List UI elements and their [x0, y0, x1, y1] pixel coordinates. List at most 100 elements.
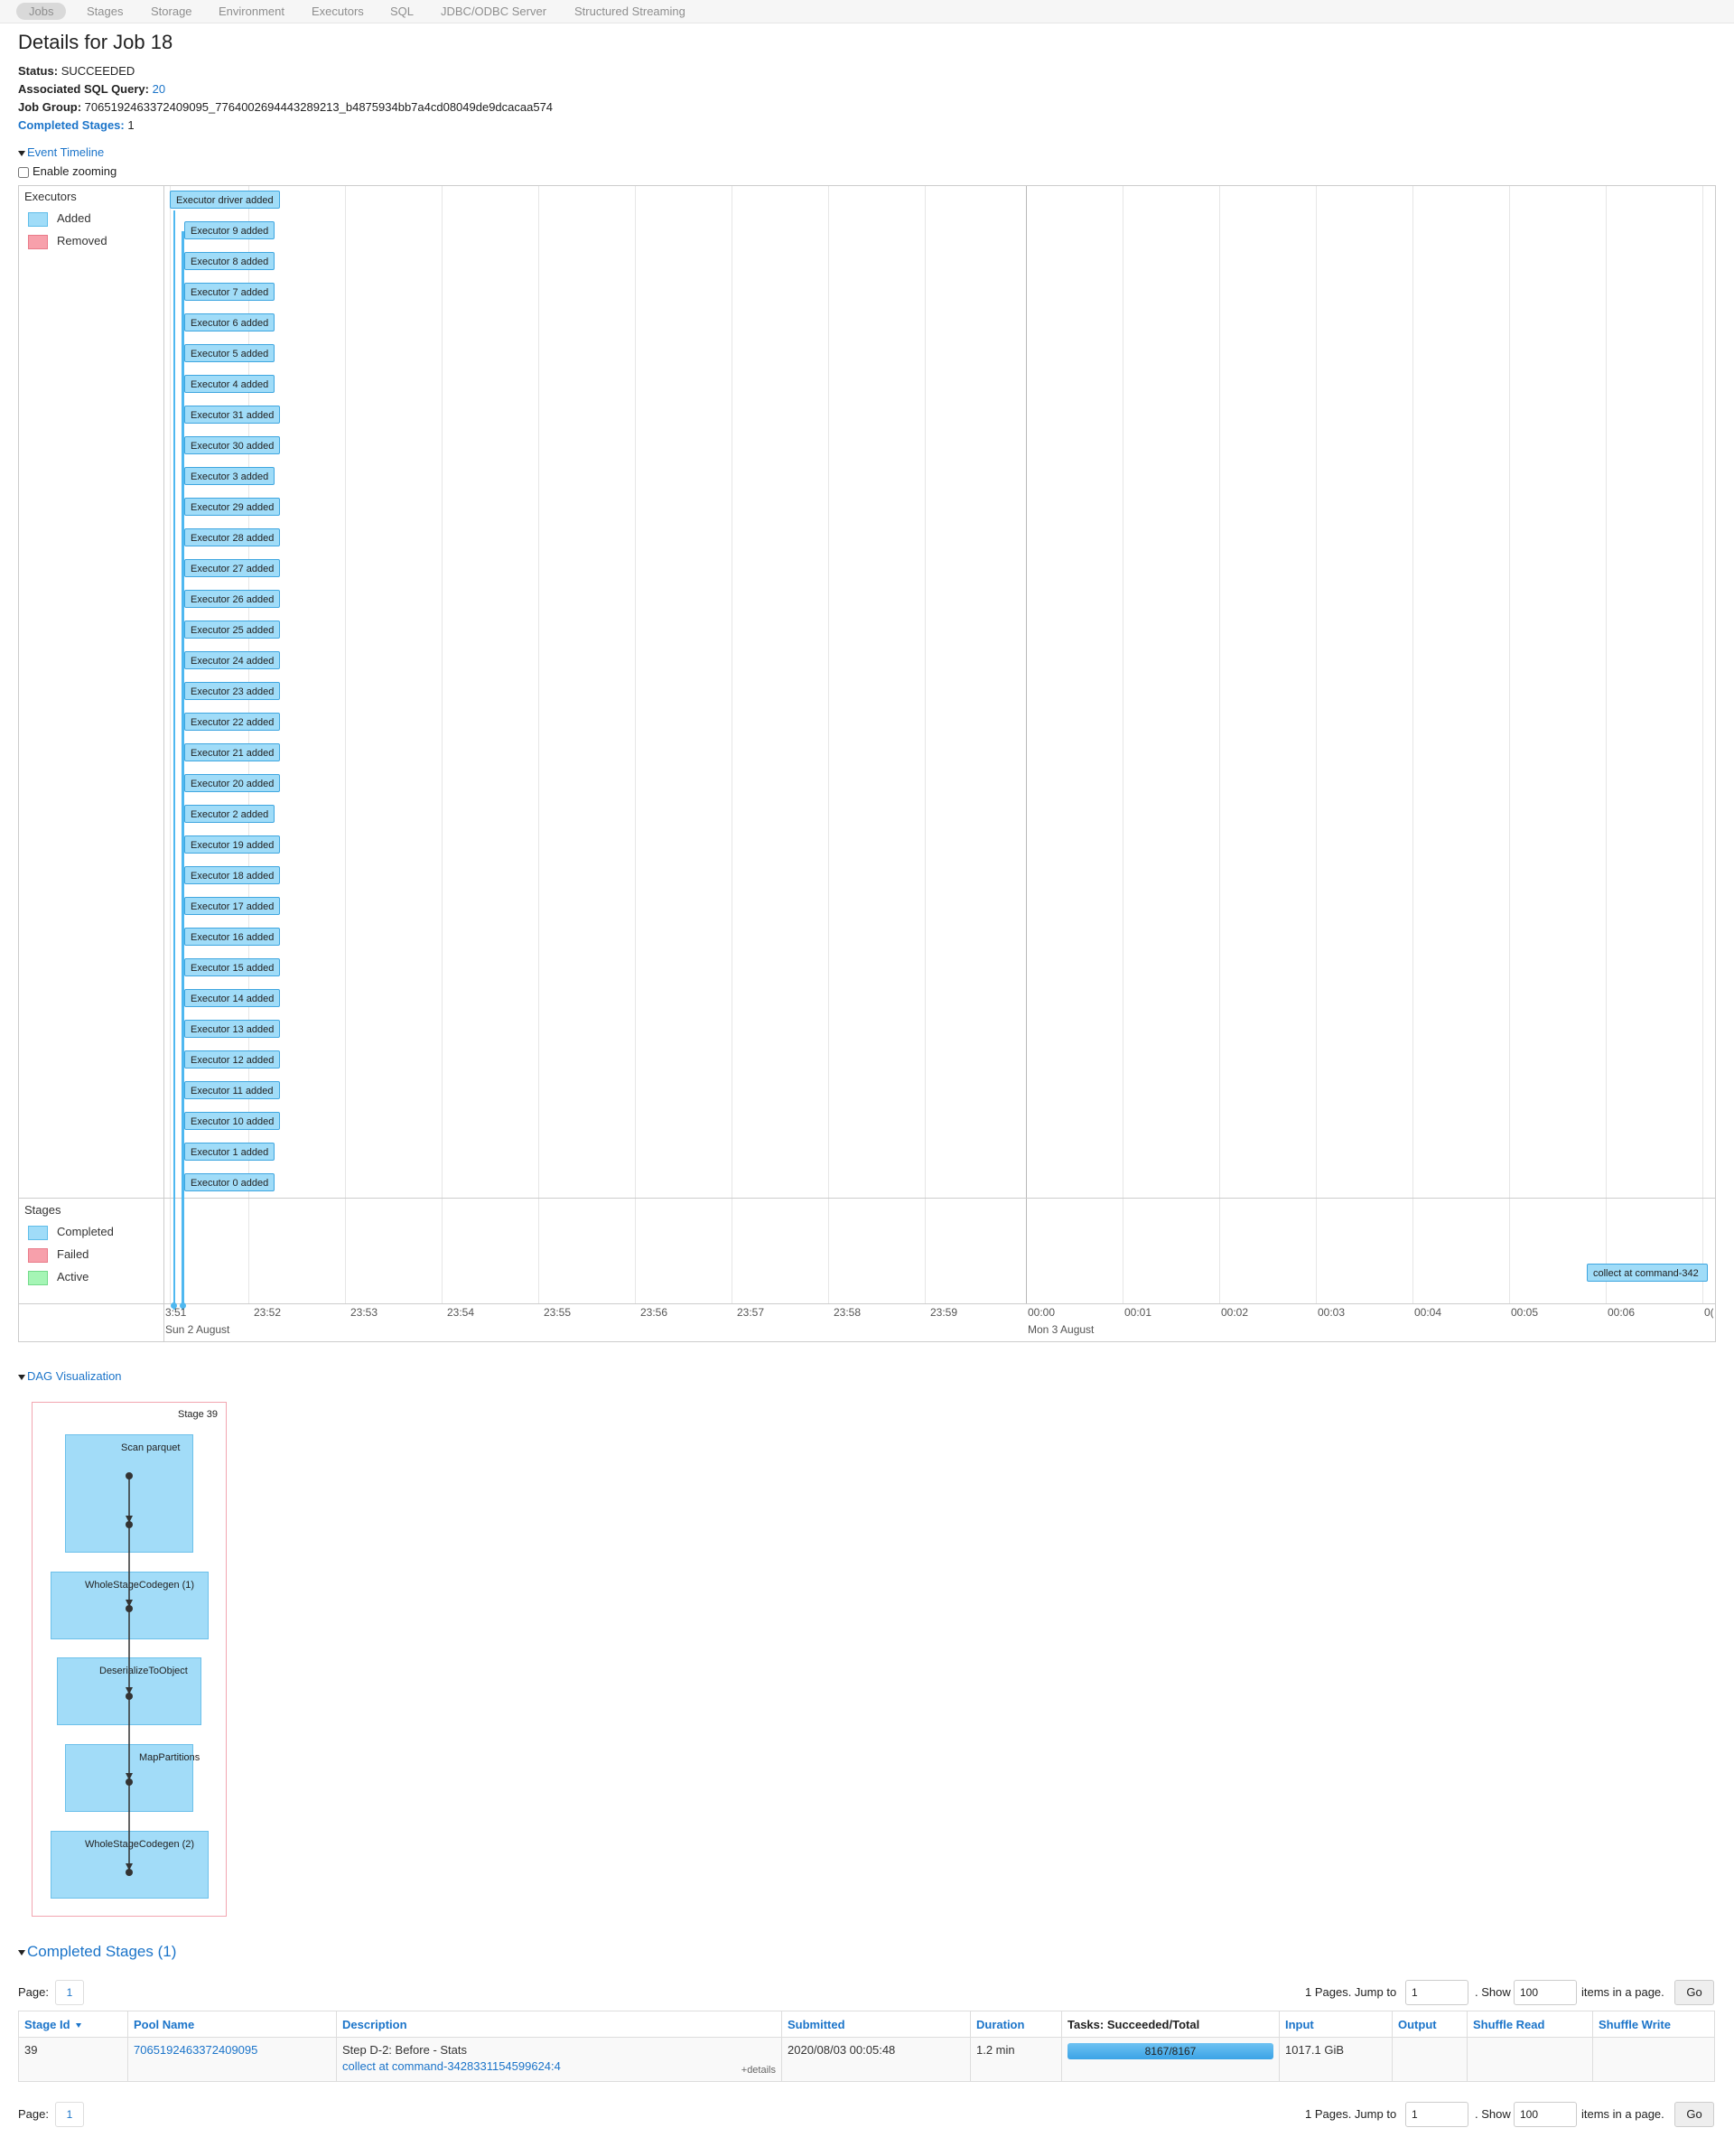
- executor-event[interactable]: Executor 3 added: [184, 467, 275, 485]
- executor-event[interactable]: Executor 12 added: [184, 1050, 281, 1069]
- executor-event[interactable]: Executor 13 added: [184, 1020, 281, 1038]
- page-number-button[interactable]: 1: [55, 1980, 84, 2005]
- executor-event[interactable]: Executor 19 added: [184, 835, 281, 854]
- column-header-description[interactable]: Description: [336, 2011, 782, 2038]
- executor-event[interactable]: Executor 23 added: [184, 682, 281, 700]
- executor-event[interactable]: Executor 11 added: [184, 1081, 280, 1099]
- tick-label: 00:05: [1511, 1306, 1539, 1319]
- column-header-shuffle-write[interactable]: Shuffle Write: [1592, 2011, 1715, 2038]
- time-axis-line: [19, 1303, 1715, 1304]
- column-header-submitted[interactable]: Submitted: [781, 2011, 971, 2038]
- grid-line: [635, 186, 636, 1303]
- executor-event[interactable]: Executor 7 added: [184, 283, 275, 301]
- column-header-output[interactable]: Output: [1392, 2011, 1468, 2038]
- executor-event[interactable]: Executor 15 added: [184, 958, 281, 976]
- executor-event[interactable]: Executor 29 added: [184, 498, 281, 516]
- grid-line: [828, 186, 829, 1303]
- executor-event[interactable]: Executor 24 added: [184, 651, 281, 669]
- date-label: Mon 3 August: [1028, 1323, 1095, 1336]
- executor-driver-event[interactable]: Executor driver added: [170, 191, 280, 209]
- tab-environment[interactable]: Environment: [206, 3, 297, 20]
- executor-event[interactable]: Executor 31 added: [184, 406, 281, 424]
- go-button[interactable]: Go: [1674, 1980, 1714, 2005]
- dag-stage-cluster[interactable]: Stage 39 Scan parquet WholeStageCodegen …: [32, 1402, 227, 1917]
- go-button-bottom[interactable]: Go: [1674, 2102, 1714, 2127]
- stage-event[interactable]: collect at command-342: [1587, 1264, 1708, 1282]
- executor-event[interactable]: Executor 9 added: [184, 221, 275, 239]
- tick-label: 00:02: [1221, 1306, 1249, 1319]
- executor-event[interactable]: Executor 0 added: [184, 1173, 275, 1191]
- pool-name-link[interactable]: 7065192463372409095: [134, 2043, 257, 2057]
- executor-event[interactable]: Executor 28 added: [184, 528, 281, 546]
- tab-storage[interactable]: Storage: [138, 3, 205, 20]
- executor-event[interactable]: Executor 27 added: [184, 559, 281, 577]
- page-size-input[interactable]: 100: [1514, 1980, 1577, 2005]
- executor-event[interactable]: Executor 2 added: [184, 805, 275, 823]
- grid-line: [442, 186, 443, 1303]
- added-swatch: [28, 211, 48, 227]
- tab-jobs[interactable]: Jobs: [16, 3, 67, 20]
- column-header-duration[interactable]: Duration: [970, 2011, 1062, 2038]
- executor-event[interactable]: Executor 10 added: [184, 1112, 281, 1130]
- enable-zoom-checkbox[interactable]: [18, 166, 29, 178]
- stage-description: Step D-2: Before - Stats: [342, 2043, 468, 2057]
- cell-submitted: 2020/08/03 00:05:48: [781, 2037, 971, 2082]
- tasks-progress-text: 8167/8167: [1144, 2045, 1197, 2058]
- executor-event[interactable]: Executor 20 added: [184, 774, 281, 792]
- executor-event[interactable]: Executor 25 added: [184, 621, 281, 639]
- job-group-label: Job Group:: [18, 100, 82, 114]
- grid-line: [1219, 186, 1220, 1303]
- tab-jdbc-odbc-server[interactable]: JDBC/ODBC Server: [428, 3, 559, 20]
- tab-executors[interactable]: Executors: [299, 3, 377, 20]
- jump-to-page-input-bottom[interactable]: 1: [1405, 2102, 1468, 2127]
- event-timeline-toggle[interactable]: Event Timeline: [18, 145, 104, 159]
- show-label: . Show: [1475, 1985, 1511, 1999]
- legend-active: Active: [28, 1270, 89, 1285]
- executor-event[interactable]: Executor 21 added: [184, 743, 281, 761]
- column-header-input[interactable]: Input: [1279, 2011, 1393, 2038]
- jump-to-page-input[interactable]: 1: [1405, 1980, 1468, 2005]
- sql-query-link[interactable]: 20: [153, 82, 165, 96]
- executor-event[interactable]: Executor 14 added: [184, 989, 281, 1007]
- dag-visualization-toggle[interactable]: DAG Visualization: [18, 1369, 122, 1383]
- executor-event[interactable]: Executor 18 added: [184, 866, 281, 884]
- executor-event[interactable]: Executor 5 added: [184, 344, 275, 362]
- executor-event[interactable]: Executor 30 added: [184, 436, 281, 454]
- table-row: 39 7065192463372409095 Step D-2: Before …: [18, 2037, 1715, 2082]
- tick-label: 23:55: [544, 1306, 572, 1319]
- column-header-stage-id[interactable]: Stage Id: [18, 2011, 128, 2038]
- executor-event[interactable]: Executor 8 added: [184, 252, 275, 270]
- cell-pool-name: 7065192463372409095: [127, 2037, 337, 2082]
- tab-structured-streaming[interactable]: Structured Streaming: [562, 3, 698, 20]
- executor-event[interactable]: Executor 4 added: [184, 375, 275, 393]
- stage-detail-link[interactable]: collect at command-3428331154599624:4: [342, 2059, 776, 2073]
- executor-event[interactable]: Executor 6 added: [184, 313, 275, 331]
- executor-event[interactable]: Executor 26 added: [184, 590, 281, 608]
- column-header-pool-name[interactable]: Pool Name: [127, 2011, 337, 2038]
- executor-event[interactable]: Executor 16 added: [184, 928, 281, 946]
- completed-stages-link[interactable]: Completed Stages:: [18, 118, 125, 132]
- column-header-shuffle-read[interactable]: Shuffle Read: [1467, 2011, 1593, 2038]
- tick-label: 00:01: [1124, 1306, 1152, 1319]
- page-number-button-bottom[interactable]: 1: [55, 2102, 84, 2127]
- tab-sql[interactable]: SQL: [378, 3, 426, 20]
- show-label-bottom: . Show: [1475, 2107, 1511, 2121]
- details-toggle[interactable]: +details: [741, 2065, 776, 2076]
- enable-zoom-row: Enable zooming: [18, 164, 117, 178]
- page-label: Page:: [18, 1985, 49, 1999]
- legend-completed: Completed: [28, 1225, 114, 1240]
- status-label: Status:: [18, 64, 59, 78]
- failed-swatch: [28, 1247, 48, 1263]
- executor-event[interactable]: Executor 22 added: [184, 713, 281, 731]
- completed-stages-table: Stage Id Pool Name Description Submitted…: [18, 2011, 1715, 2082]
- cell-tasks: 8167/8167: [1061, 2037, 1280, 2082]
- executor-event[interactable]: Executor 17 added: [184, 897, 281, 915]
- executor-event[interactable]: Executor 1 added: [184, 1143, 275, 1161]
- completed-stages-heading: Completed Stages (1): [27, 1943, 177, 1960]
- page-size-input-bottom[interactable]: 100: [1514, 2102, 1577, 2127]
- completed-stages-toggle[interactable]: Completed Stages (1): [18, 1943, 176, 1961]
- event-timeline[interactable]: Executors Added Removed Stages Completed…: [18, 185, 1716, 1342]
- legend-removed-label: Removed: [57, 234, 107, 247]
- tab-stages[interactable]: Stages: [74, 3, 135, 20]
- sort-desc-icon: [75, 2022, 81, 2028]
